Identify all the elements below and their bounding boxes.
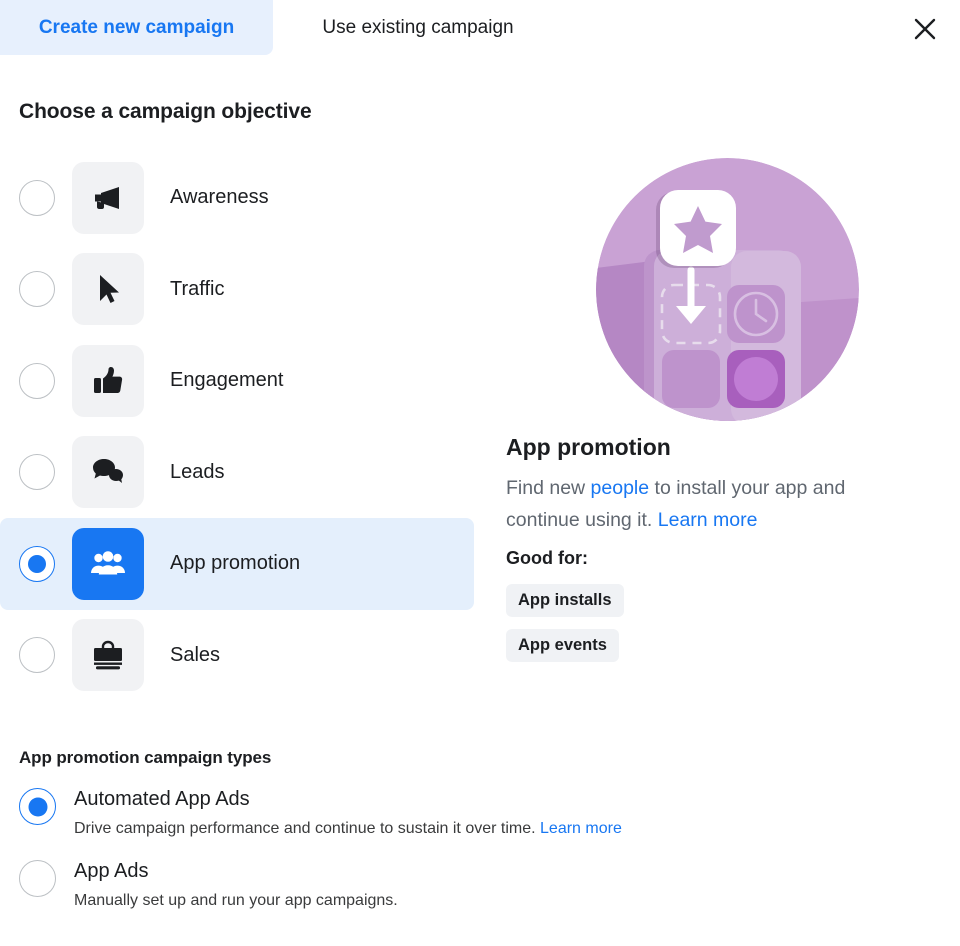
objective-row-app-promotion[interactable]: App promotion bbox=[0, 518, 474, 610]
objective-label-awareness: Awareness bbox=[170, 186, 269, 209]
radio-engagement[interactable] bbox=[19, 362, 55, 399]
tab-bar: Create new campaign Use existing campaig… bbox=[0, 0, 960, 56]
campaign-type-name-automated: Automated App Ads bbox=[74, 788, 250, 810]
campaign-type-desc-text-app-ads: Manually set up and run your app campaig… bbox=[74, 892, 398, 909]
radio-leads[interactable] bbox=[19, 454, 55, 491]
objective-label-engagement: Engagement bbox=[170, 369, 284, 392]
tab-create-new-campaign[interactable]: Create new campaign bbox=[0, 0, 273, 55]
cursor-icon bbox=[100, 275, 119, 304]
objective-section-title: Choose a campaign objective bbox=[19, 100, 312, 123]
close-button[interactable] bbox=[903, 7, 947, 51]
objective-row-leads[interactable]: Leads bbox=[0, 427, 474, 519]
close-icon bbox=[914, 18, 936, 40]
learn-more-link-detail[interactable]: Learn more bbox=[658, 509, 758, 531]
radio-awareness[interactable] bbox=[19, 179, 55, 216]
cursor-icon-tile bbox=[72, 253, 144, 326]
status-badge-app-events: App events bbox=[506, 629, 619, 662]
campaign-type-text-automated: Automated App Ads Drive campaign perform… bbox=[74, 786, 622, 840]
badge-row-app-installs: App installs bbox=[506, 584, 624, 629]
thumbs-up-icon-tile bbox=[72, 344, 144, 417]
badge-row-app-events: App events bbox=[506, 629, 624, 674]
tab-use-existing-campaign-label: Use existing campaign bbox=[322, 16, 514, 38]
radio-traffic[interactable] bbox=[19, 271, 55, 308]
chat-bubbles-icon bbox=[93, 459, 123, 484]
objective-row-traffic[interactable]: Traffic bbox=[0, 244, 474, 336]
people-group-icon bbox=[91, 550, 125, 575]
campaign-type-desc-text-automated: Drive campaign performance and continue … bbox=[74, 820, 541, 837]
campaign-type-name-app-ads: App Ads bbox=[74, 860, 149, 882]
tab-create-new-campaign-label: Create new campaign bbox=[38, 16, 235, 38]
app-promotion-illustration bbox=[596, 158, 859, 421]
people-group-icon-tile bbox=[72, 527, 144, 600]
detail-description: Find new people to install your app and … bbox=[506, 472, 916, 536]
megaphone-icon-tile bbox=[72, 161, 144, 234]
learn-more-link-automated[interactable]: Learn more bbox=[540, 820, 622, 837]
app-promotion-illustration-graphic bbox=[596, 158, 859, 421]
campaign-type-desc-app-ads: Manually set up and run your app campaig… bbox=[74, 890, 398, 912]
detail-title: App promotion bbox=[506, 434, 671, 460]
shopping-bag-icon bbox=[94, 641, 122, 670]
status-badge-app-installs: App installs bbox=[506, 584, 624, 617]
good-for-label: Good for: bbox=[506, 548, 588, 568]
objective-label-traffic: Traffic bbox=[170, 277, 225, 300]
thumbs-up-icon bbox=[94, 366, 123, 393]
good-for-badges: App installs App events bbox=[506, 584, 624, 674]
tab-use-existing-campaign[interactable]: Use existing campaign bbox=[273, 0, 563, 55]
radio-app-ads[interactable] bbox=[19, 860, 56, 897]
chat-bubbles-icon-tile bbox=[72, 436, 144, 509]
people-link[interactable]: people bbox=[591, 477, 650, 499]
detail-description-part1: Find new bbox=[506, 477, 591, 499]
radio-app-promotion[interactable] bbox=[19, 545, 55, 582]
campaign-types-title: App promotion campaign types bbox=[19, 748, 272, 767]
objective-row-sales[interactable]: Sales bbox=[0, 610, 474, 702]
objective-row-engagement[interactable]: Engagement bbox=[0, 335, 474, 427]
objective-label-app-promotion: App promotion bbox=[170, 552, 301, 575]
objective-row-awareness[interactable]: Awareness bbox=[0, 152, 474, 244]
campaign-type-automated-app-ads[interactable]: Automated App Ads Drive campaign perform… bbox=[0, 786, 820, 840]
radio-sales[interactable] bbox=[19, 637, 55, 674]
radio-automated-app-ads[interactable] bbox=[19, 788, 56, 825]
objective-label-sales: Sales bbox=[170, 643, 221, 666]
objective-label-leads: Leads bbox=[170, 460, 225, 483]
campaign-type-desc-automated: Drive campaign performance and continue … bbox=[74, 818, 622, 840]
campaign-type-text-app-ads: App Ads Manually set up and run your app… bbox=[74, 858, 398, 912]
campaign-type-app-ads[interactable]: App Ads Manually set up and run your app… bbox=[0, 858, 820, 912]
megaphone-icon bbox=[95, 186, 119, 209]
shopping-bag-icon-tile bbox=[72, 619, 144, 692]
objective-list: Awareness Traffic Engagement Leads App p… bbox=[0, 152, 474, 701]
campaign-types-list: Automated App Ads Drive campaign perform… bbox=[0, 786, 820, 930]
